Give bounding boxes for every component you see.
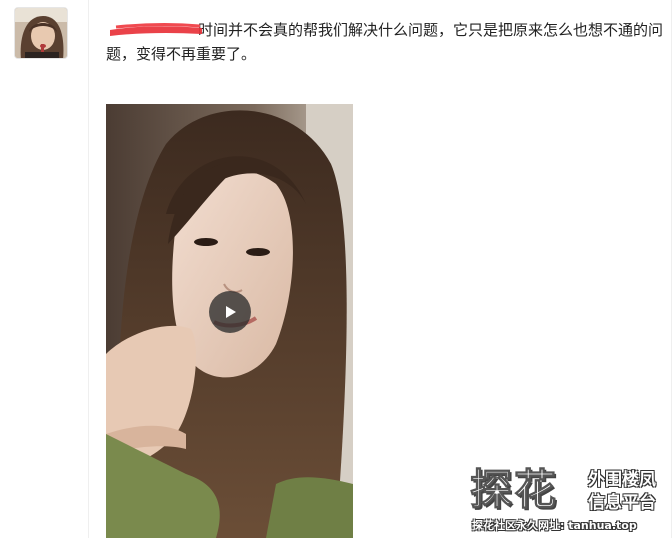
watermark-tagline-1: 外围楼凤 — [588, 470, 656, 490]
play-button[interactable] — [209, 291, 251, 333]
play-icon — [226, 306, 236, 318]
redaction-mark — [110, 23, 202, 36]
video-thumbnail[interactable] — [106, 104, 353, 538]
avatar[interactable] — [14, 7, 68, 59]
feed-page: 时间并不会真的帮我们解决什么问题，它只是把原来怎么也想不通的问题，变得不再重要了… — [0, 0, 672, 538]
watermark-tagline-2: 信息平台 — [588, 493, 656, 513]
avatar-photo — [15, 8, 67, 58]
watermark-url: 探花社区永久网址: tanhua.top — [472, 519, 637, 532]
watermark: 探花 外围楼凤 信息平台 探花社区永久网址: tanhua.top — [469, 465, 670, 538]
watermark-logo-text: 探花 — [469, 465, 559, 514]
post-text-block: 时间并不会真的帮我们解决什么问题，它只是把原来怎么也想不通的问题，变得不再重要了… — [106, 18, 666, 66]
post-card: 时间并不会真的帮我们解决什么问题，它只是把原来怎么也想不通的问题，变得不再重要了… — [88, 0, 672, 538]
